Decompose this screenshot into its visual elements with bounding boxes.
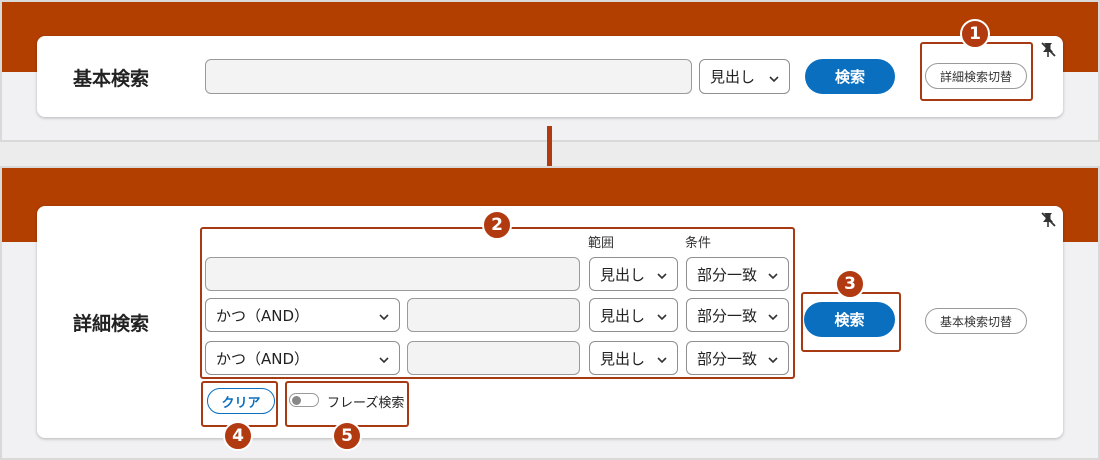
basic-search-card: 基本検索 見出し 検索 詳細検索切替 (37, 36, 1063, 117)
basic-search-title: 基本検索 (73, 68, 150, 90)
basic-scope-select-value: 見出し (710, 68, 756, 86)
annotation-badge-2: 2 (482, 210, 512, 240)
unpin-icon[interactable] (1040, 42, 1056, 58)
basic-search-input[interactable] (205, 59, 692, 94)
chevron-down-icon (769, 75, 779, 82)
annotation-badge-3: 3 (835, 269, 865, 299)
annotation-box-3 (801, 292, 901, 352)
basic-scope-select[interactable]: 見出し (699, 59, 790, 94)
annotation-box-1 (920, 42, 1033, 101)
advanced-search-title: 詳細検索 (73, 313, 150, 335)
annotation-box-2 (200, 227, 795, 379)
basic-switch-button[interactable]: 基本検索切替 (925, 308, 1027, 334)
unpin-icon[interactable] (1040, 212, 1056, 228)
annotation-badge-1: 1 (960, 19, 990, 49)
annotation-badge-4: 4 (223, 421, 253, 451)
annotation-badge-5: 5 (332, 421, 362, 451)
basic-search-button[interactable]: 検索 (805, 59, 895, 94)
